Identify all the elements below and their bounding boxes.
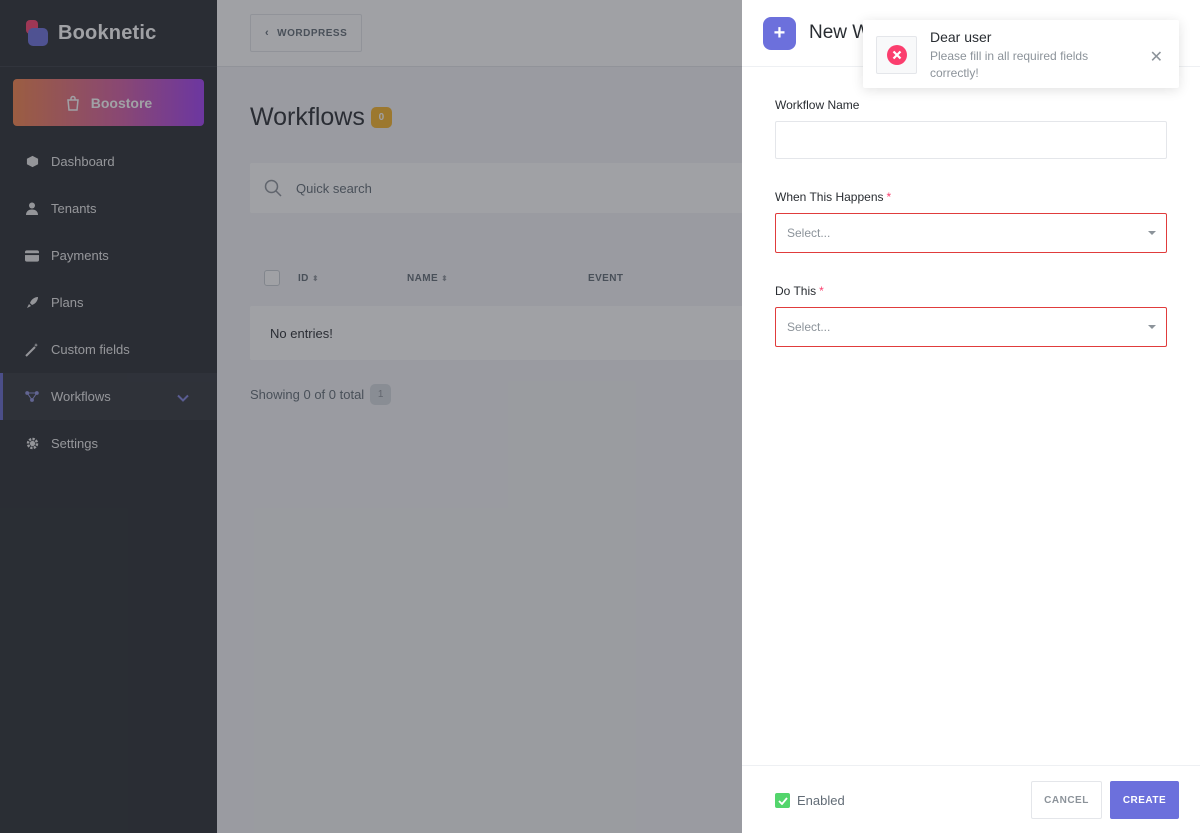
do-this-select[interactable]: Select... xyxy=(775,307,1167,347)
select-placeholder: Select... xyxy=(787,226,831,240)
workflow-name-group: Workflow Name xyxy=(775,98,1167,159)
toast-message: Please fill in all required fields corre… xyxy=(930,49,1089,80)
workflow-name-label: Workflow Name xyxy=(775,98,860,112)
enabled-label: Enabled xyxy=(797,793,845,808)
when-this-happens-label: When This Happens * xyxy=(775,190,892,204)
enabled-toggle[interactable]: Enabled xyxy=(775,793,845,808)
do-this-group: Do This * Select... xyxy=(775,284,1167,347)
required-mark: * xyxy=(886,190,892,204)
plus-icon: + xyxy=(763,16,796,50)
close-icon[interactable]: ✕ xyxy=(1150,47,1163,67)
select-placeholder: Select... xyxy=(787,320,831,334)
new-workflow-panel: + New Workflow Workflow Name When This H… xyxy=(742,0,1200,833)
cancel-button[interactable]: CANCEL xyxy=(1031,781,1102,819)
caret-down-icon xyxy=(1148,231,1156,235)
panel-footer: Enabled CANCEL CREATE xyxy=(742,765,1200,833)
when-this-happens-select[interactable]: Select... xyxy=(775,213,1167,253)
required-mark: * xyxy=(819,284,824,298)
do-this-label: Do This * xyxy=(775,284,824,298)
toast-title: Dear user xyxy=(930,29,992,45)
toast-icon-box xyxy=(876,36,917,74)
error-toast: Dear user Please fill in all required fi… xyxy=(863,20,1179,88)
checkbox-checked-icon[interactable] xyxy=(775,793,790,808)
workflow-form: Workflow Name When This Happens * Select.… xyxy=(775,98,1167,347)
error-icon xyxy=(886,45,907,65)
caret-down-icon xyxy=(1148,325,1156,329)
create-button[interactable]: CREATE xyxy=(1110,781,1179,819)
workflow-name-input[interactable] xyxy=(775,121,1167,159)
when-this-happens-group: When This Happens * Select... xyxy=(775,190,1167,253)
